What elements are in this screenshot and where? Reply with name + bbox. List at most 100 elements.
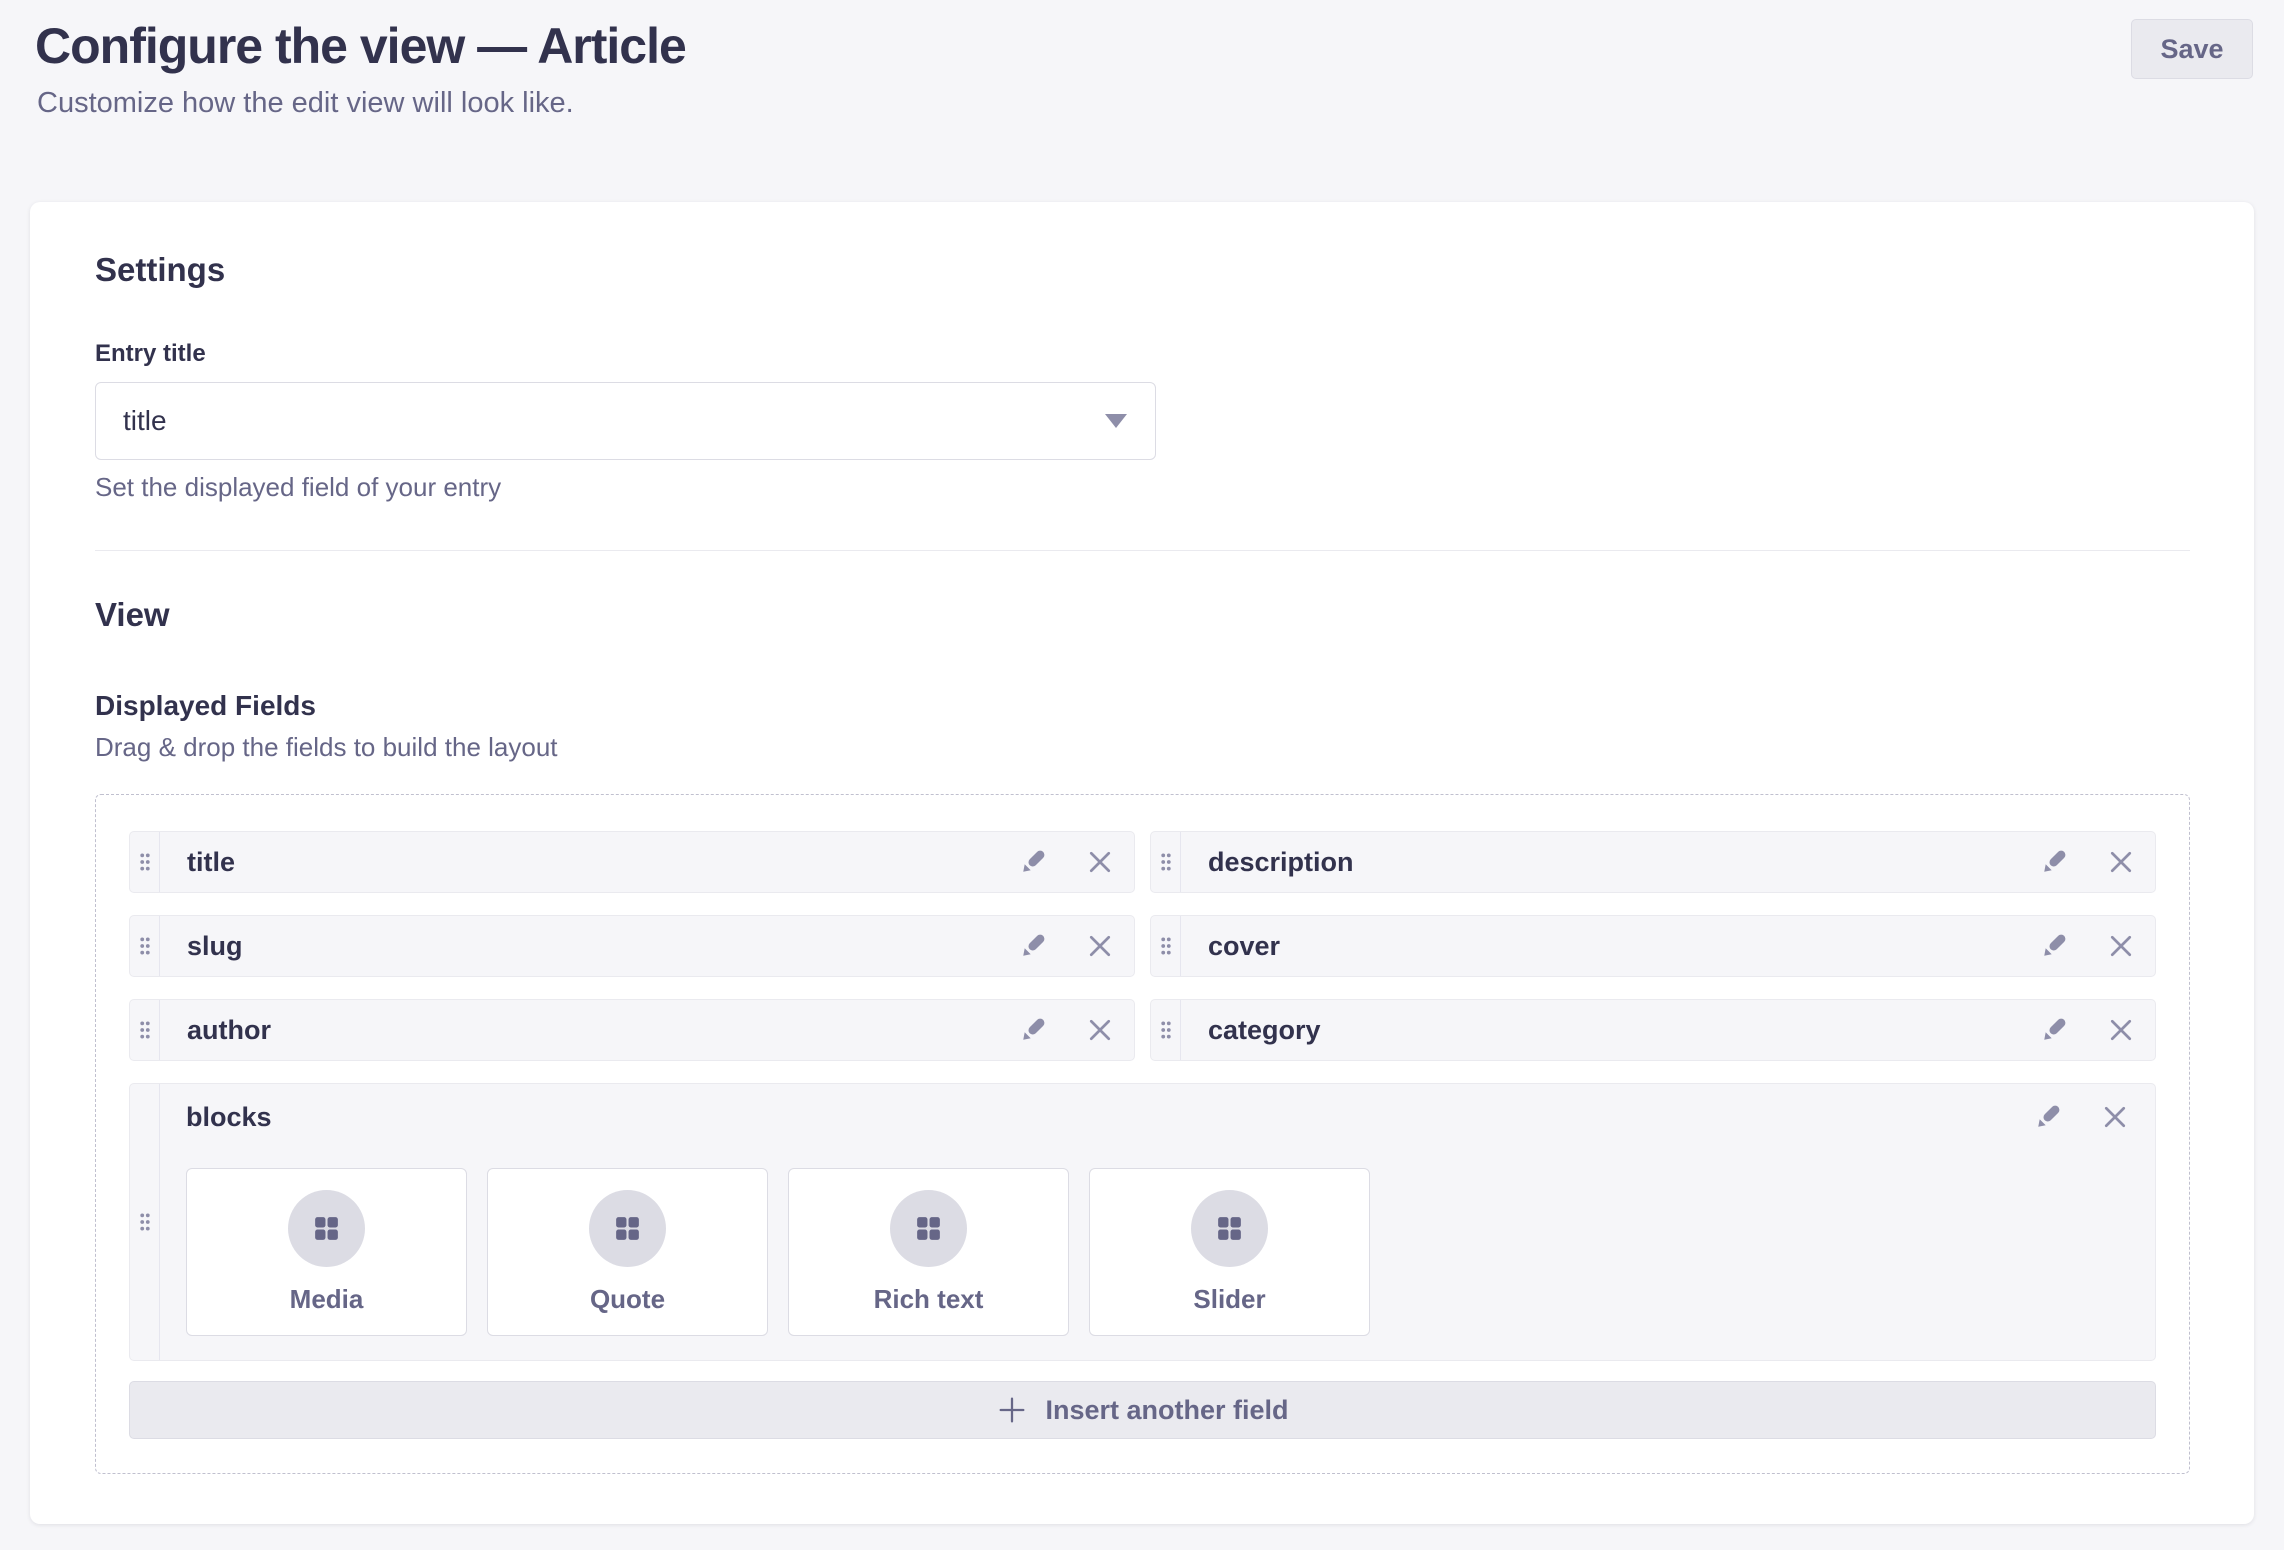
fields-grid: title description slug <box>129 831 2156 1361</box>
field-actions <box>2033 1102 2129 1132</box>
cross-icon <box>1086 848 1114 876</box>
view-heading: View <box>95 595 2190 635</box>
field-card-description: description <box>1150 831 2156 893</box>
insert-another-field-button[interactable]: Insert another field <box>129 1381 2156 1439</box>
edit-field-button[interactable] <box>1018 847 1048 877</box>
field-card-category: category <box>1150 999 2156 1061</box>
insert-another-field-label: Insert another field <box>1045 1395 1288 1426</box>
drag-icon <box>138 936 152 956</box>
field-actions <box>1018 1015 1134 1045</box>
field-name: slug <box>160 931 243 962</box>
pencil-icon <box>1018 931 1048 961</box>
edit-field-button[interactable] <box>1018 1015 1048 1045</box>
component-label: Quote <box>590 1284 665 1315</box>
component-label: Rich text <box>874 1284 984 1315</box>
pencil-icon <box>2039 1015 2069 1045</box>
entry-title-hint: Set the displayed field of your entry <box>95 471 2190 503</box>
drag-icon <box>1159 936 1173 956</box>
drag-icon <box>138 1020 152 1040</box>
plus-icon <box>996 1394 1028 1426</box>
entry-title-label: Entry title <box>95 340 2190 368</box>
field-actions <box>2039 847 2155 877</box>
displayed-fields-hint: Drag & drop the fields to build the layo… <box>95 731 2190 763</box>
pencil-icon <box>1018 847 1048 877</box>
component-badge <box>288 1190 365 1267</box>
save-button[interactable]: Save <box>2131 19 2253 79</box>
component-card-quote[interactable]: Quote <box>487 1168 768 1336</box>
component-card-rich-text[interactable]: Rich text <box>788 1168 1069 1336</box>
fields-dropzone: title description slug <box>95 794 2190 1474</box>
component-card-media[interactable]: Media <box>186 1168 467 1336</box>
cross-icon <box>2107 848 2135 876</box>
component-label: Media <box>290 1284 364 1315</box>
configuration-card: Settings Entry title title Set the displ… <box>30 202 2254 1524</box>
edit-field-button[interactable] <box>2039 1015 2069 1045</box>
entry-title-group: Entry title title Set the displayed fiel… <box>95 340 2190 503</box>
field-card-author: author <box>129 999 1135 1061</box>
four-squares-icon <box>913 1213 944 1244</box>
remove-field-button[interactable] <box>2107 932 2135 960</box>
field-card-blocks: blocks Media Quote <box>129 1083 2156 1361</box>
remove-field-button[interactable] <box>2107 848 2135 876</box>
field-actions <box>2039 1015 2155 1045</box>
component-badge <box>1191 1190 1268 1267</box>
cross-icon <box>1086 1016 1114 1044</box>
field-name: author <box>160 1015 271 1046</box>
drag-icon <box>1159 1020 1173 1040</box>
field-name: title <box>160 847 235 878</box>
pencil-icon <box>2033 1102 2063 1132</box>
remove-field-button[interactable] <box>1086 848 1114 876</box>
component-label: Slider <box>1193 1284 1265 1315</box>
four-squares-icon <box>612 1213 643 1244</box>
page-subtitle: Customize how the edit view will look li… <box>37 85 2254 121</box>
cross-icon <box>2101 1103 2129 1131</box>
four-squares-icon <box>1214 1213 1245 1244</box>
cross-icon <box>1086 932 1114 960</box>
remove-field-button[interactable] <box>2101 1103 2129 1131</box>
drag-handle[interactable] <box>1151 1000 1181 1060</box>
drag-handle[interactable] <box>1151 916 1181 976</box>
component-badge <box>890 1190 967 1267</box>
section-divider <box>95 550 2190 551</box>
field-name: cover <box>1181 931 1280 962</box>
four-squares-icon <box>311 1213 342 1244</box>
page-title: Configure the view — Article <box>35 16 2254 76</box>
remove-field-button[interactable] <box>1086 1016 1114 1044</box>
field-card-slug: slug <box>129 915 1135 977</box>
remove-field-button[interactable] <box>2107 1016 2135 1044</box>
component-badge <box>589 1190 666 1267</box>
edit-field-button[interactable] <box>2039 847 2069 877</box>
cross-icon <box>2107 932 2135 960</box>
edit-field-button[interactable] <box>1018 931 1048 961</box>
drag-handle[interactable] <box>130 832 160 892</box>
displayed-fields-label: Displayed Fields <box>95 689 2190 723</box>
field-card-title: title <box>129 831 1135 893</box>
blocks-content: blocks Media Quote <box>160 1084 2155 1360</box>
field-card-cover: cover <box>1150 915 2156 977</box>
components-row: Media Quote Rich text Slider <box>186 1168 2129 1336</box>
pencil-icon <box>2039 931 2069 961</box>
entry-title-select[interactable]: title <box>95 382 1156 460</box>
pencil-icon <box>1018 1015 1048 1045</box>
field-name: category <box>1181 1015 1321 1046</box>
drag-icon <box>138 1212 152 1232</box>
blocks-header: blocks <box>186 1100 2129 1134</box>
drag-icon <box>1159 852 1173 872</box>
edit-field-button[interactable] <box>2033 1102 2063 1132</box>
cross-icon <box>2107 1016 2135 1044</box>
component-card-slider[interactable]: Slider <box>1089 1168 1370 1336</box>
page-header: Configure the view — Article Customize h… <box>0 0 2284 202</box>
field-actions <box>2039 931 2155 961</box>
field-name: description <box>1181 847 1354 878</box>
drag-handle[interactable] <box>130 1000 160 1060</box>
drag-icon <box>138 852 152 872</box>
caret-down-icon <box>1105 414 1127 428</box>
drag-handle[interactable] <box>130 916 160 976</box>
field-actions <box>1018 931 1134 961</box>
pencil-icon <box>2039 847 2069 877</box>
remove-field-button[interactable] <box>1086 932 1114 960</box>
drag-handle[interactable] <box>1151 832 1181 892</box>
field-name: blocks <box>186 1100 272 1134</box>
edit-field-button[interactable] <box>2039 931 2069 961</box>
drag-handle[interactable] <box>130 1084 160 1360</box>
